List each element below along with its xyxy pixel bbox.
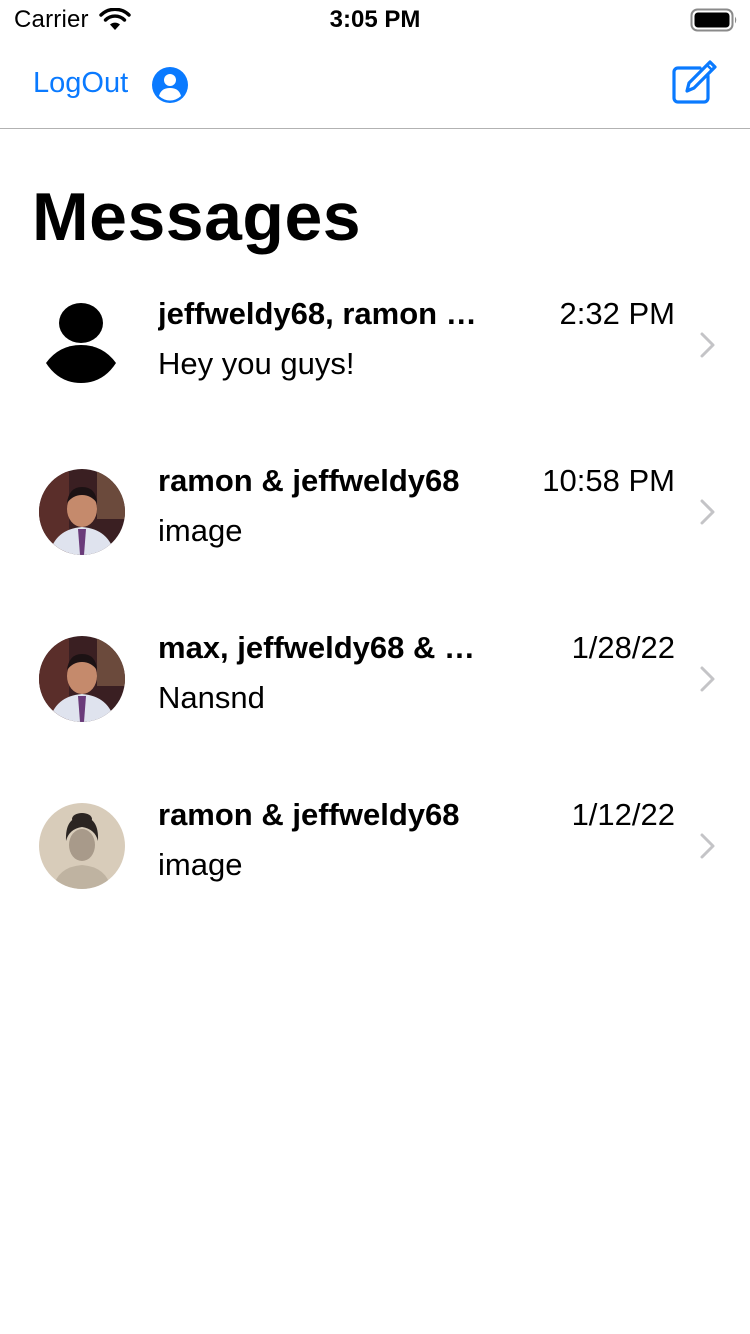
conversation-time: 1/12/22 [571,797,675,832]
conversation-names: ramon & jeffweldy68 [158,463,460,498]
battery-icon [690,8,737,32]
photo-man [39,636,125,722]
conversation-preview: image [158,847,243,882]
default-person-icon [46,303,116,383]
conversation-names: jeffweldy68, ramon & max [158,296,478,331]
avatar [39,299,125,385]
navigation-bar: LogOut [0,40,750,129]
chevron-right-icon [700,499,715,525]
conversation-row[interactable]: max, jeffweldy68 & ramon 1/28/22 Nansnd [0,596,750,763]
conversation-time: 2:32 PM [559,296,675,331]
status-bar: Carrier 3:05 PM [0,0,750,40]
chevron-right-icon [700,833,715,859]
chevron-right-icon [700,666,715,692]
avatar [39,469,125,555]
person-circle-icon[interactable] [152,67,188,103]
logout-button[interactable]: LogOut [33,67,128,100]
conversation-preview: image [158,513,243,548]
chevron-right-icon [700,332,715,358]
compose-icon[interactable] [670,60,718,106]
conversation-time: 1/28/22 [571,630,675,665]
photo-woman [39,803,125,889]
conversation-names: max, jeffweldy68 & ramon [158,630,478,665]
status-clock: 3:05 PM [329,6,421,33]
conversation-preview: Hey you guys! [158,346,355,381]
conversation-preview: Nansnd [158,680,265,715]
conversation-row[interactable]: ramon & jeffweldy68 10:58 PM image [0,429,750,596]
conversation-row[interactable]: jeffweldy68, ramon & max 2:32 PM Hey you… [0,262,750,429]
conversation-names: ramon & jeffweldy68 [158,797,460,832]
conversation-list: jeffweldy68, ramon & max 2:32 PM Hey you… [0,262,750,930]
avatar [39,803,125,889]
photo-man [39,469,125,555]
conversation-time: 10:58 PM [542,463,675,498]
avatar [39,636,125,722]
conversation-row[interactable]: ramon & jeffweldy68 1/12/22 image [0,763,750,930]
page-title: Messages [32,179,362,255]
